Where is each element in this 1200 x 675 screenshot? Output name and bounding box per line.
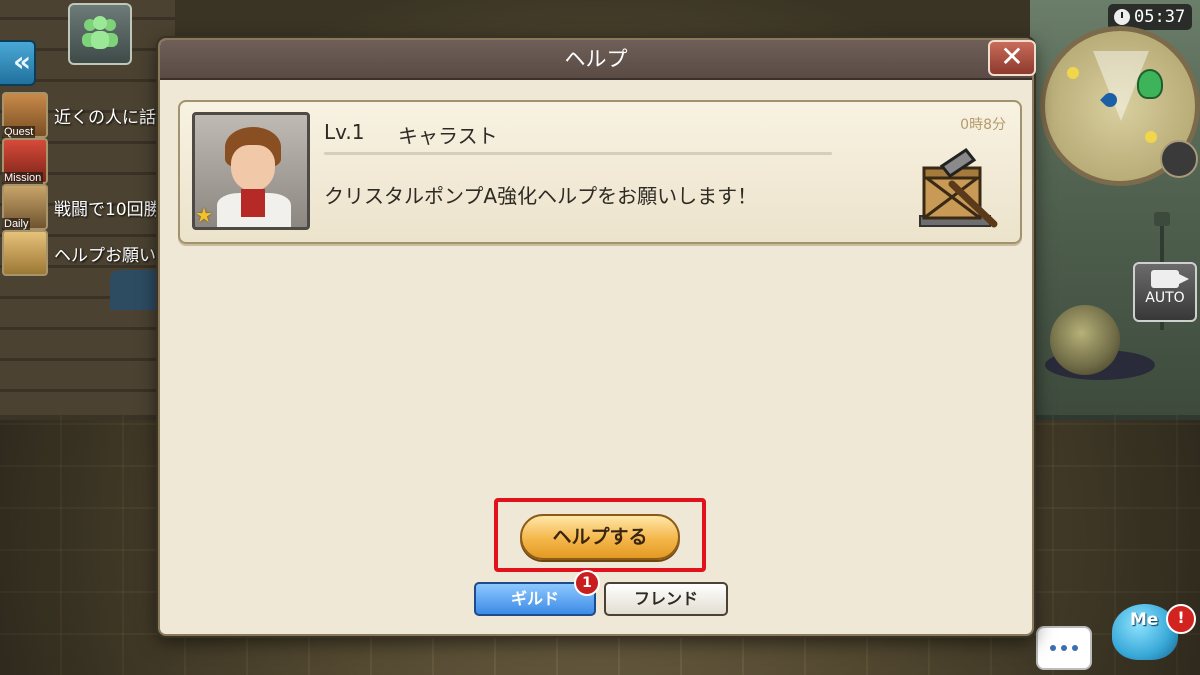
help-request-icon xyxy=(2,230,48,276)
quest-icon: Quest xyxy=(2,92,48,138)
close-icon: ✕ xyxy=(1000,40,1024,73)
help-quest-text: ヘルプお願い xyxy=(54,245,156,266)
chat-dot xyxy=(1072,645,1078,651)
requester-level: Lv.1 xyxy=(324,120,365,144)
help-request-card[interactable]: ★ Lv.1 キャラスト 0時8分 クリスタルポンプA強化ヘルプをお願いします！ xyxy=(178,100,1022,244)
avatar-face xyxy=(231,145,275,191)
quest-tag: Quest xyxy=(2,126,36,138)
mascot-menu-button[interactable]: Me ! xyxy=(1100,596,1196,675)
request-message: クリスタルポンプA強化ヘルプをお願いします！ xyxy=(324,184,758,208)
hammer-crate-icon xyxy=(919,147,998,228)
quest-item-quest[interactable]: Quest 近くの人に話 xyxy=(0,92,160,138)
avatar: ★ xyxy=(192,112,310,230)
close-button[interactable]: ✕ xyxy=(988,40,1036,76)
party-icon xyxy=(82,16,118,49)
auto-button[interactable]: AUTO xyxy=(1133,262,1197,322)
alert-badge: ! xyxy=(1166,604,1196,634)
quest-item-daily[interactable]: Daily 戦闘で10回勝 xyxy=(0,184,160,230)
quest-text: 近くの人に話 xyxy=(54,107,156,128)
quest-item-help[interactable]: ヘルプお願い xyxy=(0,230,160,276)
tab-friend[interactable]: フレンド xyxy=(604,582,728,616)
collapse-panel-button[interactable]: « xyxy=(0,40,36,86)
monster xyxy=(1050,305,1120,375)
mascot-label: Me xyxy=(1130,610,1159,630)
help-dialog: ヘルプ ✕ ★ Lv.1 キャラスト 0時8分 クリスタルポンプA強化ヘルプをお… xyxy=(158,38,1036,636)
chat-button[interactable] xyxy=(1036,626,1092,670)
elapsed-time: 0時8分 xyxy=(960,117,1006,133)
daily-text: 戦闘で10回勝 xyxy=(54,199,160,220)
chat-dot xyxy=(1050,645,1056,651)
daily-icon: Daily xyxy=(2,184,48,230)
potion-icon xyxy=(1137,69,1163,99)
avatar-scarf xyxy=(241,189,265,217)
clock-icon xyxy=(1114,9,1130,25)
help-button[interactable]: ヘルプする xyxy=(520,514,680,560)
chat-dot xyxy=(1061,645,1067,651)
back-arrows-icon: « xyxy=(12,45,31,78)
map-dot xyxy=(1145,131,1157,143)
auto-label: AUTO xyxy=(1145,290,1185,306)
daily-tag: Daily xyxy=(2,218,31,230)
mission-icon: Mission xyxy=(2,138,48,184)
notification-badge: 1 xyxy=(574,570,600,596)
requester-name: キャラスト xyxy=(398,124,498,148)
mission-tag: Mission xyxy=(2,172,44,184)
quest-item-mission[interactable]: Mission xyxy=(0,138,160,184)
dialog-title: ヘルプ xyxy=(564,47,628,71)
divider xyxy=(324,152,832,155)
map-dot xyxy=(1067,67,1079,79)
clock-time: 05:37 xyxy=(1134,7,1186,27)
dialog-header: ヘルプ ✕ xyxy=(160,40,1036,80)
star-icon: ★ xyxy=(195,203,213,227)
quest-list: Quest 近くの人に話 Mission Daily 戦闘で10回勝 ヘルプお願… xyxy=(0,92,160,276)
camera-icon xyxy=(1151,270,1189,288)
compass-icon[interactable] xyxy=(1160,140,1198,178)
party-button[interactable] xyxy=(68,3,132,65)
